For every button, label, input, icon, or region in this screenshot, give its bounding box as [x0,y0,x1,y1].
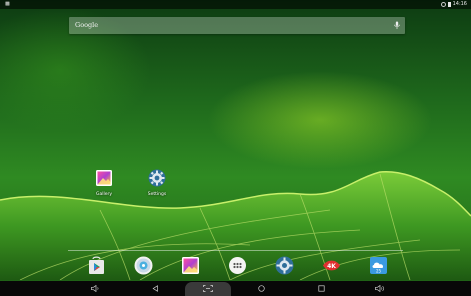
status-bar: ▩ 14:16 [0,0,471,9]
desktop-settings-label: Settings [147,192,167,197]
network-icon [440,2,446,7]
back-icon [152,285,158,292]
home-screen: ▩ 14:16 Google Gallery Settings 4K 25 [0,0,471,296]
settings-gear-icon[interactable] [275,256,294,275]
weather-icon[interactable]: 25 [369,256,388,275]
home-button[interactable] [251,281,271,296]
play-store-icon[interactable] [87,256,106,275]
notification-icon: ▩ [5,1,10,7]
status-indicators: 14:16 [440,0,467,9]
desktop-settings[interactable]: Settings [142,169,172,197]
recents-button[interactable] [311,281,331,296]
svg-text:4K: 4K [327,263,336,270]
screenshot-button[interactable] [198,281,218,296]
settings-gear-icon [148,169,166,187]
volume-up-icon [375,285,385,292]
volume-down-button[interactable] [85,281,105,296]
navigation-bar [0,281,471,296]
volume-down-icon [90,285,98,292]
volume-up-button[interactable] [370,281,390,296]
google-search-bar[interactable]: Google [69,17,405,34]
search-label: Google [75,21,99,29]
disc-player-icon[interactable] [134,256,153,275]
recents-icon [317,285,325,292]
microphone-icon[interactable] [393,21,401,30]
desktop-gallery[interactable]: Gallery [89,169,119,197]
battery-icon [447,2,451,7]
gallery-icon [96,170,112,186]
home-icon [257,285,265,292]
back-button[interactable] [145,281,165,296]
dock-divider [68,250,403,251]
desktop-gallery-label: Gallery [95,192,113,197]
4k-player-icon[interactable]: 4K [322,256,341,275]
gallery-icon[interactable] [181,256,200,275]
svg-text:25: 25 [376,269,382,274]
screenshot-icon [203,285,213,292]
status-time: 14:16 [452,1,467,7]
app-drawer-icon[interactable] [228,256,247,275]
